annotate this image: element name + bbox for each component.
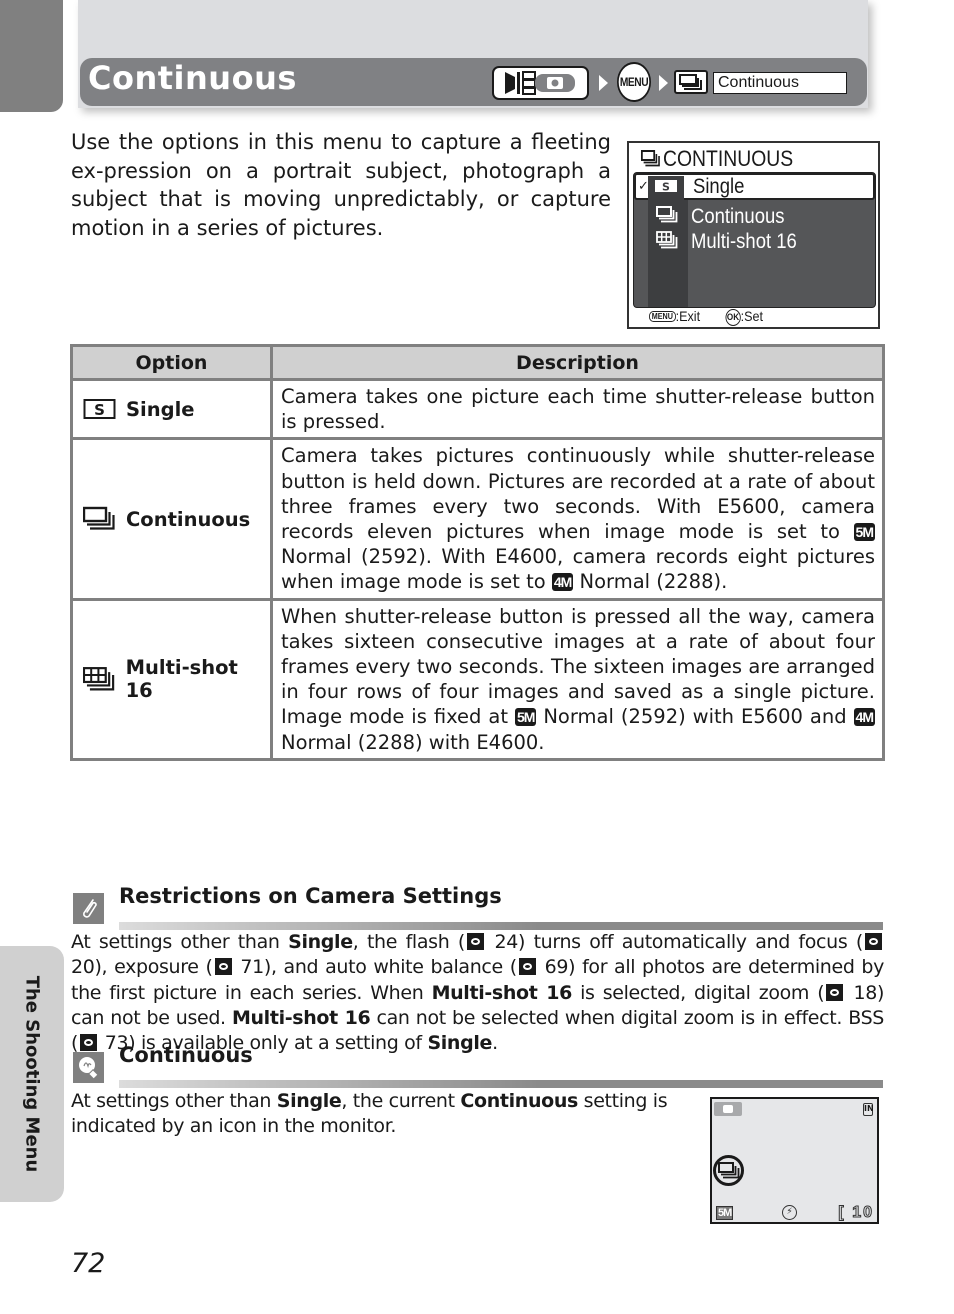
page-reference-icon (214, 958, 232, 976)
page-reference-icon (518, 958, 536, 976)
exposures-remaining: [ 10 (838, 1204, 874, 1222)
image-mode-4m-icon: 4M (551, 573, 574, 592)
shooting-mode-camera-icon (492, 66, 589, 100)
restrictions-note-body: At settings other than Single, the flash… (71, 930, 884, 1056)
note-text: ) turns off automatically and focus ( (517, 931, 863, 953)
continuous-tip-header: Continuous (73, 1043, 253, 1083)
camera-mode-icon (714, 1102, 742, 1116)
ok-key-icon: OK (725, 309, 741, 326)
intro-paragraph: Use the options in this menu to capture … (71, 130, 611, 240)
table-row: S Single Camera takes one picture each t… (70, 377, 885, 441)
camera-menu-footer: MENU:Exit OK:Set (649, 308, 763, 326)
note-text: ), and auto white balance ( (263, 956, 517, 979)
option-cell: Continuous (70, 437, 273, 601)
table-row: Multi-shot 16 When shutter-release butto… (70, 597, 885, 761)
description-cell: When shutter-release button is pressed a… (270, 597, 885, 761)
multi-shot-16-icon (656, 230, 678, 253)
note-text: At settings other than (71, 1090, 277, 1112)
bold-term: Multi-shot 16 (431, 981, 573, 1004)
continuous-icon (656, 205, 678, 228)
bold-term: Continuous (460, 1090, 578, 1112)
camera-menu-screen: CONTINUOUS ✓ S Single Continuous Multi-s… (627, 141, 880, 329)
camera-menu-item-single[interactable]: ✓ S Single (634, 173, 875, 200)
page-reference-number: 71 (233, 956, 264, 979)
page-reference-number: 18 (845, 981, 877, 1004)
continuous-icon (83, 506, 115, 530)
menu-key-icon: MENU (649, 311, 676, 322)
exit-hint: MENU:Exit (649, 308, 700, 326)
page-reference-icon (864, 933, 882, 950)
note-title: Restrictions on Camera Settings (119, 884, 502, 908)
note-text: , the flash ( (352, 931, 466, 953)
camera-menu-list: ✓ S Single Continuous Multi-shot 16 (633, 172, 876, 308)
note-text: is selected, digital zoom ( (571, 981, 825, 1004)
image-mode-4m-icon: 4M (853, 708, 875, 727)
chapter-tab-top (0, 0, 63, 112)
svg-text:S: S (662, 181, 670, 194)
page-title: Continuous (88, 59, 297, 97)
page-reference-number: 20 (71, 956, 95, 979)
note-text: ), exposure ( (94, 956, 213, 979)
restrictions-note-header: Restrictions on Camera Settings (73, 884, 502, 924)
set-hint: OK:Set (725, 308, 764, 326)
lightbulb-tip-icon (73, 1052, 104, 1083)
bold-term: Single (427, 1032, 493, 1055)
page-reference-icon (466, 933, 484, 950)
continuous-icon (641, 150, 660, 167)
image-mode-indicator: 5M (716, 1206, 734, 1220)
breadcrumb-setting-label: Continuous (713, 72, 847, 94)
column-header-option: Option (70, 344, 273, 381)
page-number: 72 (71, 1248, 106, 1279)
note-title: Continuous (119, 1043, 253, 1067)
internal-memory-icon: IN (863, 1103, 874, 1116)
continuous-indicator-icon (713, 1155, 744, 1186)
camera-menu-item-multi-shot-16[interactable]: Multi-shot 16 (634, 228, 875, 255)
continuous-icon (674, 70, 708, 94)
page-reference-number: 69 (537, 956, 569, 979)
continuous-tip-body: At settings other than Single, the curre… (71, 1089, 696, 1140)
page-reference-number: 24 (485, 931, 519, 953)
option-cell: Multi-shot 16 (70, 597, 273, 761)
svg-text:S: S (94, 401, 105, 419)
header-banner: Continuous MENU Continuous (80, 58, 867, 106)
bold-term: Single (288, 931, 353, 953)
image-mode-5m-icon: 5M (514, 708, 537, 727)
note-divider (119, 1080, 883, 1088)
camera-menu-item-continuous[interactable]: Continuous (634, 203, 875, 230)
multi-shot-16-icon (83, 667, 115, 691)
option-cell: S Single (70, 377, 273, 441)
camera-menu-title: CONTINUOUS (641, 146, 793, 172)
bold-term: Single (276, 1090, 342, 1112)
description-cell: Camera takes one picture each time shutt… (270, 377, 885, 441)
flash-off-icon: ⚡ (782, 1205, 797, 1220)
chapter-tab-label: The Shooting Menu (21, 975, 43, 1173)
options-table: Option Description S Single Camera takes… (70, 344, 885, 761)
column-header-description: Description (270, 344, 885, 381)
table-row: Continuous Camera takes pictures continu… (70, 437, 885, 601)
note-divider (119, 922, 883, 930)
note-text: , the current (341, 1090, 461, 1112)
bold-term: Multi-shot 16 (231, 1006, 371, 1029)
breadcrumb-arrow-icon (599, 75, 608, 91)
menu-button-icon: MENU (617, 62, 651, 102)
breadcrumb-arrow-icon (659, 75, 668, 91)
table-header-row: Option Description (70, 344, 885, 381)
paperclip-note-icon (73, 893, 104, 924)
monitor-display: IN 5M ⚡ [ 10 (710, 1097, 879, 1224)
single-icon: S (648, 176, 684, 200)
note-text: . (492, 1032, 498, 1055)
description-cell: Camera takes pictures continuously while… (270, 437, 885, 601)
page-reference-icon (826, 983, 844, 1001)
single-icon: S (83, 399, 116, 420)
note-text: At settings other than (71, 931, 289, 953)
image-mode-5m-icon: 5M (853, 523, 875, 542)
chapter-tab: The Shooting Menu (0, 946, 64, 1202)
